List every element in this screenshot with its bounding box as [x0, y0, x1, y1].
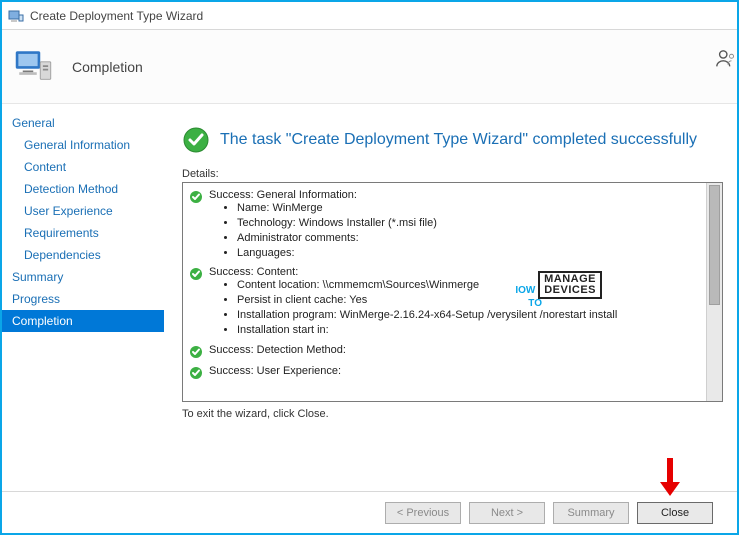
details-box: Success: General Information:Name: WinMe… [182, 182, 723, 402]
detail-section: Success: Detection Method: [189, 344, 700, 359]
sidebar-item-requirements[interactable]: Requirements [2, 222, 164, 244]
detail-section: Success: Content:Content location: \\cmm… [189, 266, 700, 337]
computer-icon [14, 46, 56, 88]
stage-title: Completion [72, 59, 143, 75]
section-title: Success: User Experience: [209, 365, 700, 377]
bullet-item: Administrator comments: [237, 231, 700, 246]
detail-section: Success: General Information:Name: WinMe… [189, 189, 700, 260]
next-button: Next > [469, 502, 545, 524]
success-headline: The task "Create Deployment Type Wizard"… [182, 126, 723, 154]
bullet-item: Languages: [237, 246, 700, 261]
titlebar: Create Deployment Type Wizard [2, 2, 737, 30]
bullet-item: Technology: Windows Installer (*.msi fil… [237, 216, 700, 231]
bullet-item: Installation start in: [237, 323, 700, 338]
sidebar-item-detection-method[interactable]: Detection Method [2, 178, 164, 200]
success-check-icon [189, 345, 203, 359]
close-button[interactable]: Close [637, 502, 713, 524]
details-content: Success: General Information:Name: WinMe… [183, 183, 706, 401]
sidebar-item-completion[interactable]: Completion [2, 310, 164, 332]
header: Completion [2, 30, 737, 104]
sidebar-item-content[interactable]: Content [2, 156, 164, 178]
success-check-icon [189, 190, 203, 204]
section-bullets: Content location: \\cmmemcm\Sources\Winm… [237, 278, 700, 337]
summary-button: Summary [553, 502, 629, 524]
success-check-icon [182, 126, 210, 154]
sidebar-item-summary[interactable]: Summary [2, 266, 164, 288]
section-title: Success: Content: [209, 266, 700, 278]
details-label: Details: [182, 168, 723, 180]
previous-button: < Previous [385, 502, 461, 524]
success-check-icon [189, 267, 203, 281]
bullet-item: Content location: \\cmmemcm\Sources\Winm… [237, 278, 700, 293]
sidebar-item-general-information[interactable]: General Information [2, 134, 164, 156]
section-title: Success: Detection Method: [209, 344, 700, 356]
scroll-thumb[interactable] [709, 185, 720, 305]
footer: < Previous Next > Summary Close [2, 491, 737, 533]
headline-text: The task "Create Deployment Type Wizard"… [220, 131, 697, 149]
bullet-item: Installation program: WinMerge-2.16.24-x… [237, 308, 700, 323]
body: GeneralGeneral InformationContentDetecti… [2, 104, 737, 491]
person-icon [715, 48, 737, 70]
sidebar: GeneralGeneral InformationContentDetecti… [2, 104, 164, 491]
watermark: IOW MANAGE DEVICES TO [515, 271, 602, 309]
sidebar-item-dependencies[interactable]: Dependencies [2, 244, 164, 266]
scrollbar[interactable] [706, 183, 722, 401]
sidebar-item-general[interactable]: General [2, 112, 164, 134]
section-title: Success: General Information: [209, 189, 700, 201]
success-check-icon [189, 366, 203, 380]
attention-arrow-icon [657, 456, 683, 498]
bullet-item: Persist in client cache: Yes [237, 293, 700, 308]
app-icon [8, 8, 24, 24]
content-pane: The task "Create Deployment Type Wizard"… [164, 104, 737, 491]
window-title: Create Deployment Type Wizard [30, 9, 203, 23]
bullet-item: Name: WinMerge [237, 201, 700, 216]
sidebar-item-progress[interactable]: Progress [2, 288, 164, 310]
section-bullets: Name: WinMergeTechnology: Windows Instal… [237, 201, 700, 260]
sidebar-item-user-experience[interactable]: User Experience [2, 200, 164, 222]
exit-instruction: To exit the wizard, click Close. [182, 408, 723, 420]
wizard-window: Create Deployment Type Wizard Completion… [0, 0, 739, 535]
detail-section: Success: User Experience: [189, 365, 700, 380]
